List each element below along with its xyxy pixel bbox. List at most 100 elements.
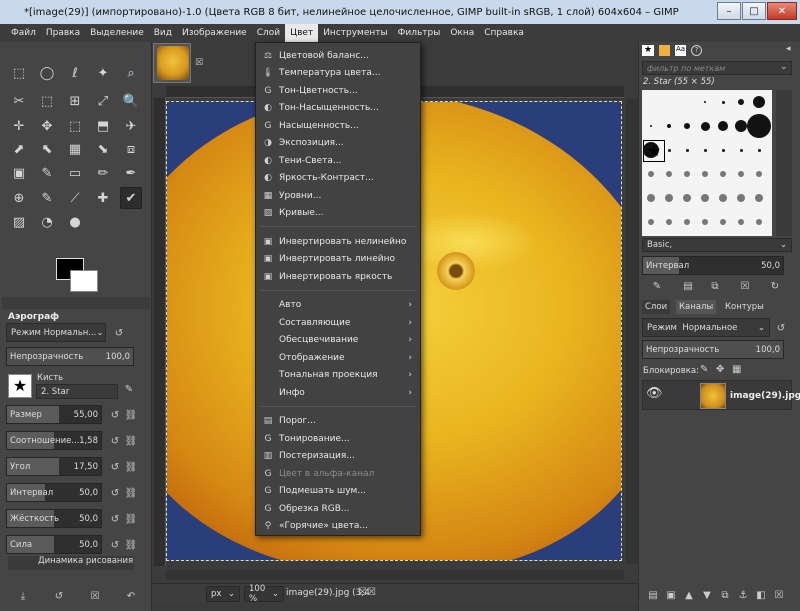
- brush-swatch[interactable]: [648, 171, 654, 177]
- menu-item[interactable]: ▤ Порог...: [257, 413, 420, 430]
- smudge-icon[interactable]: ⟋: [64, 187, 86, 209]
- new-brush-icon[interactable]: ▤: [681, 279, 695, 293]
- menu-item[interactable]: ⚲ «Горячие» цвета...: [257, 518, 420, 535]
- blur-icon[interactable]: ●: [64, 211, 86, 233]
- brush-swatch[interactable]: [685, 148, 689, 152]
- warp-icon[interactable]: ⬊: [92, 138, 114, 160]
- brush-preview[interactable]: ★: [8, 374, 32, 398]
- menu-item[interactable]: G Подмешать шум...: [257, 483, 420, 500]
- menu-item[interactable]: ▣ Инвертировать нелинейно: [257, 233, 420, 250]
- menu-image[interactable]: Изображение: [177, 24, 252, 42]
- dodge-icon[interactable]: ◔: [36, 211, 58, 233]
- duplicate-brush-icon[interactable]: ⧉: [708, 279, 722, 293]
- brush-swatch[interactable]: [721, 148, 725, 152]
- brush-swatch[interactable]: [719, 194, 727, 202]
- pencil-icon[interactable]: ✏: [92, 162, 114, 184]
- ink-icon[interactable]: ✒: [120, 162, 142, 184]
- flip-icon[interactable]: ⬈: [8, 138, 30, 160]
- brush-swatch[interactable]: [738, 219, 744, 225]
- measure-icon[interactable]: ✛: [8, 115, 30, 137]
- paths-icon[interactable]: ✎: [36, 162, 58, 184]
- brush-spacing-slider[interactable]: Интервал 50,0: [642, 256, 784, 275]
- chevron-down-icon[interactable]: ⌄: [780, 62, 788, 72]
- brush-swatch[interactable]: [703, 148, 707, 152]
- reset-slider-icon[interactable]: ↺: [108, 486, 122, 500]
- menu-item[interactable]: G Насыщенность...: [257, 117, 420, 134]
- reset-options-icon[interactable]: ↶: [124, 589, 138, 603]
- vertical-ruler[interactable]: [154, 98, 166, 566]
- brush-icon[interactable]: ✎: [36, 187, 58, 209]
- menu-item[interactable]: ⚖ Цветовой баланс...: [257, 47, 420, 64]
- link-slider-icon[interactable]: ⛓: [124, 460, 138, 474]
- perspective-icon[interactable]: ✈: [120, 115, 142, 137]
- save-options-icon[interactable]: ⤓: [16, 589, 30, 603]
- move-icon[interactable]: ✥: [36, 115, 58, 137]
- scissors-icon[interactable]: ✂: [8, 90, 30, 112]
- rotate-icon[interactable]: ⬒: [92, 115, 114, 137]
- close-button[interactable]: ✕: [767, 2, 797, 20]
- reset-mode-icon[interactable]: ↺: [112, 326, 126, 340]
- brush-swatch[interactable]: [667, 148, 671, 152]
- link-slider-icon[interactable]: ⛓: [124, 512, 138, 526]
- link-slider-icon[interactable]: ⛓: [124, 538, 138, 552]
- new-group-icon[interactable]: ▣: [664, 588, 678, 602]
- brush-swatch[interactable]: [684, 171, 690, 177]
- airbrush-icon[interactable]: ✔: [120, 187, 142, 209]
- menu-item[interactable]: ◐ Тон-Насыщенность...: [257, 100, 420, 117]
- brush-swatch[interactable]: [721, 100, 725, 104]
- brush-swatch[interactable]: [753, 96, 765, 108]
- brush-swatch[interactable]: [735, 120, 747, 132]
- mask-layer-icon[interactable]: ◧: [754, 588, 768, 602]
- reset-slider-icon[interactable]: ↺: [108, 512, 122, 526]
- brush-name-field[interactable]: 2. Star: [36, 384, 118, 399]
- brush-grid-scrollbar[interactable]: [776, 90, 792, 236]
- 3d-transform-icon[interactable]: ⧈: [120, 138, 142, 160]
- new-layer-icon[interactable]: ▤: [646, 588, 660, 602]
- menu-item[interactable]: Инфо ›: [257, 384, 420, 401]
- tab-layers[interactable]: Слои: [642, 300, 671, 314]
- unit-select[interactable]: px ⌄: [206, 586, 240, 602]
- cancel-icon[interactable]: ☒☒: [358, 587, 376, 598]
- minimize-button[interactable]: –: [717, 2, 741, 20]
- slider-2[interactable]: Соотношение... 1,58: [6, 431, 102, 450]
- brush-swatch[interactable]: [666, 171, 672, 177]
- dock-menu-icon[interactable]: ◂: [786, 44, 791, 54]
- bucket-icon[interactable]: ▨: [8, 211, 30, 233]
- foreground-select-icon[interactable]: ⬚: [36, 90, 58, 112]
- menu-windows[interactable]: Окна: [445, 24, 479, 42]
- brush-swatch[interactable]: [647, 194, 655, 202]
- reset-slider-icon[interactable]: ↺: [108, 408, 122, 422]
- eye-icon[interactable]: 👁: [646, 386, 663, 401]
- menu-item[interactable]: G Тонирование...: [257, 430, 420, 447]
- lower-layer-icon[interactable]: ▼: [700, 588, 714, 602]
- menu-item[interactable]: Составляющие ›: [257, 314, 420, 331]
- menu-item[interactable]: Отображение ›: [257, 349, 420, 366]
- reset-slider-icon[interactable]: ↺: [108, 538, 122, 552]
- link-slider-icon[interactable]: ⛓: [124, 408, 138, 422]
- ellipse-select-icon[interactable]: ◯: [36, 62, 58, 84]
- dynamics-row[interactable]: Динамика рисования: [8, 556, 134, 570]
- tab-channels[interactable]: Каналы: [676, 300, 717, 314]
- free-select-icon[interactable]: ℓ: [64, 62, 86, 84]
- shear-icon[interactable]: ⬉: [36, 138, 58, 160]
- anchor-layer-icon[interactable]: ⚓: [736, 588, 750, 602]
- delete-options-icon[interactable]: ☒: [88, 589, 102, 603]
- menu-item[interactable]: 🌡 Температура цвета...: [257, 65, 420, 82]
- slider-5[interactable]: Жёсткость 50,0: [6, 509, 102, 528]
- menu-item[interactable]: G Цвет в альфа-канал: [257, 465, 420, 482]
- brush-swatch[interactable]: [756, 219, 762, 225]
- brush-swatch[interactable]: [755, 194, 763, 202]
- duplicate-layer-icon[interactable]: ⧉: [718, 588, 732, 602]
- layer-opacity-slider[interactable]: Непрозрачность 100,0: [642, 340, 784, 359]
- brush-swatch[interactable]: [718, 121, 728, 131]
- tab-paths[interactable]: Контуры: [722, 300, 767, 314]
- reset-layer-mode-icon[interactable]: ↺: [774, 321, 788, 335]
- layer-mode-select[interactable]: Режим Нормальное ⌄: [642, 318, 770, 337]
- close-tab-icon[interactable]: ☒: [195, 58, 203, 68]
- menu-item[interactable]: ▨ Кривые...: [257, 205, 420, 222]
- delete-layer-icon[interactable]: ☒: [772, 588, 786, 602]
- brush-swatch[interactable]: [756, 171, 762, 177]
- menu-item[interactable]: G Тон-Цветность...: [257, 82, 420, 99]
- menu-item[interactable]: ◑ Экспозиция...: [257, 135, 420, 152]
- brush-swatch[interactable]: [666, 219, 672, 225]
